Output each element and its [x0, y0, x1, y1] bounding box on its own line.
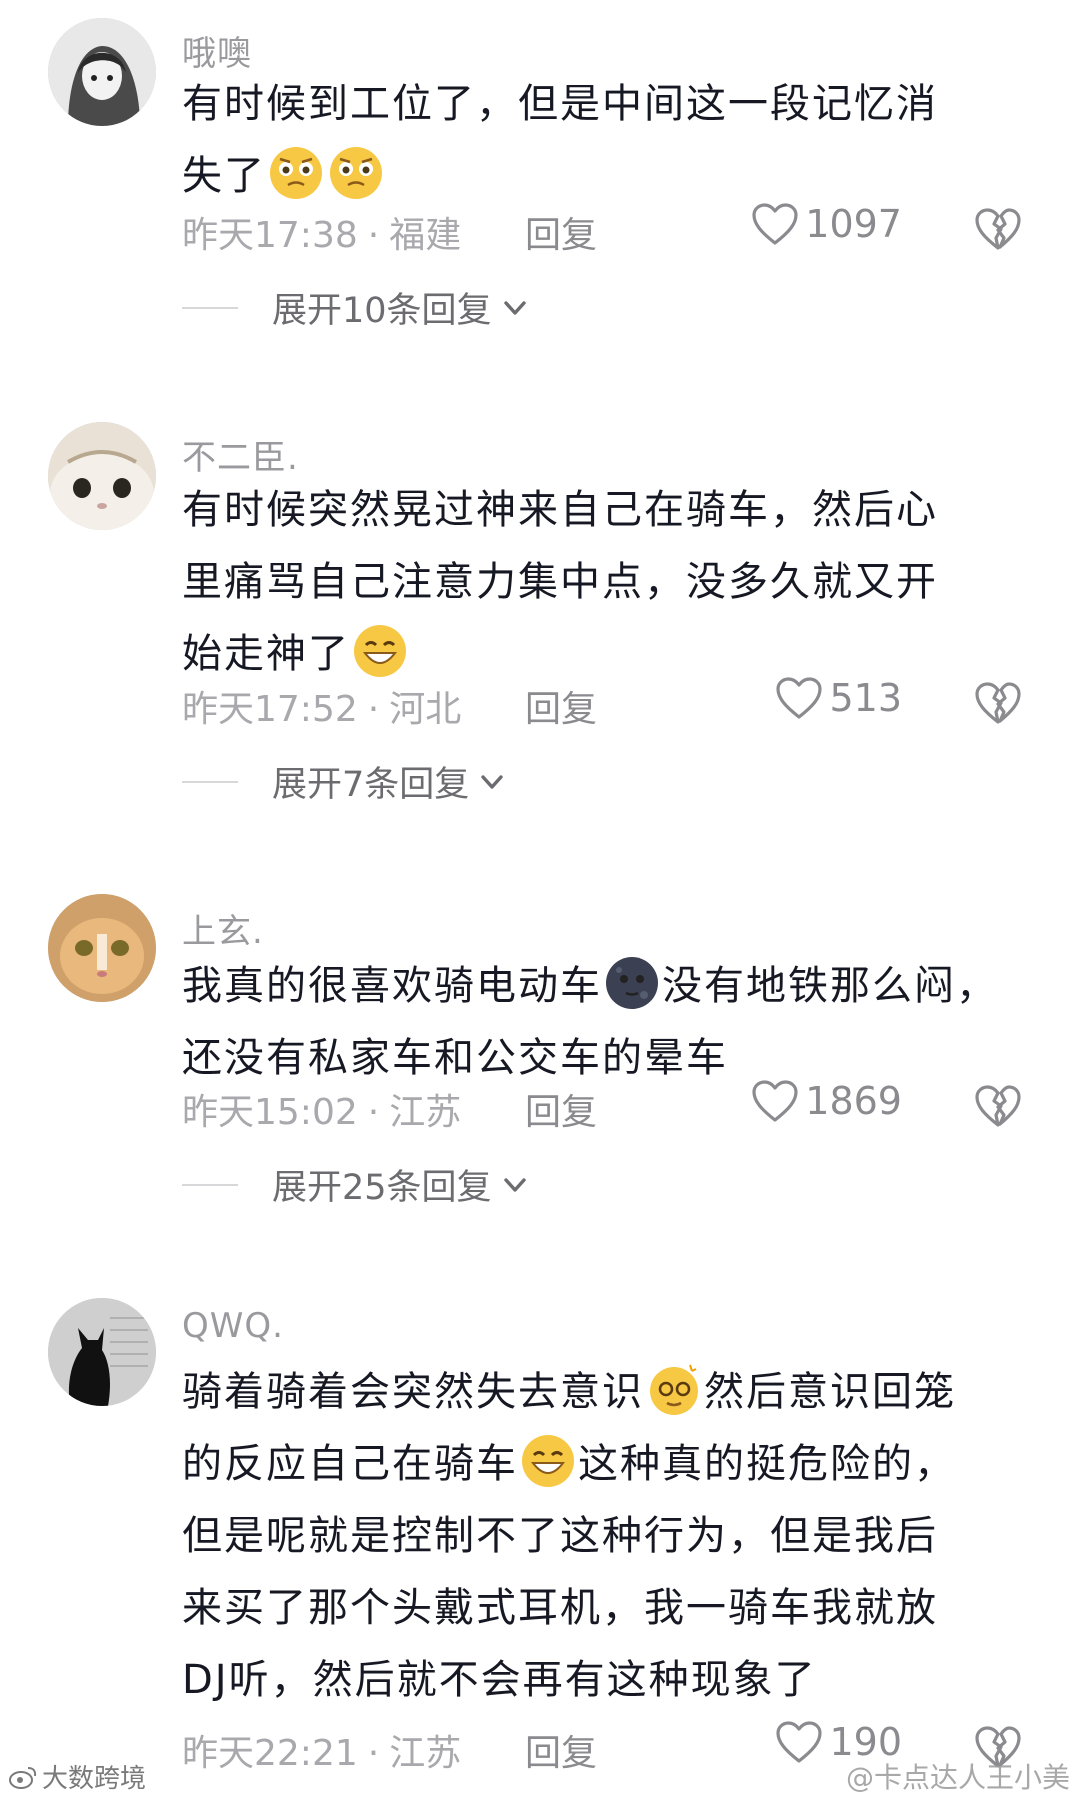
divider [182, 306, 238, 309]
comment-time: 昨天22:21 [182, 1733, 358, 1774]
expand-replies-label: 展开10条回复 [272, 291, 492, 331]
like-count: 1097 [805, 202, 902, 246]
chevron-down-icon [475, 765, 509, 799]
moon-face-emoji-icon [604, 955, 660, 1011]
comment-location: 福建 [389, 215, 462, 256]
reply-button[interactable]: 回复 [525, 680, 597, 732]
expand-replies-label: 展开7条回复 [272, 765, 470, 805]
separator: · [367, 1092, 380, 1133]
watermark-right: @卡点达人王小美 [845, 1761, 1070, 1794]
chevron-down-icon [498, 1168, 532, 1202]
divider [182, 780, 238, 783]
broken-heart-icon[interactable] [974, 1083, 1022, 1129]
comment-time: 昨天17:52 [182, 689, 358, 730]
divider [182, 1183, 238, 1186]
comment-text: 有时候突然晃过神来自己在骑车，然后心 里痛骂自己注意力集中点，没多久就又开 始走… [182, 487, 938, 679]
comment-meta: 昨天15:02 · 江苏 [182, 1083, 461, 1135]
separator: · [367, 215, 380, 256]
heart-outline-icon [775, 676, 823, 720]
nervous-emoji-icon [268, 145, 324, 201]
username[interactable]: 不二臣. [182, 430, 299, 479]
comment-meta: 昨天17:52 · 河北 [182, 680, 461, 732]
comment-location: 江苏 [389, 1733, 462, 1774]
comment-text: 我真的很喜欢骑电动车 没有地铁那么闷， 还没有私家车和公交车的晕车 [182, 950, 1042, 1094]
comment-meta: 昨天22:21 · 江苏 [182, 1724, 461, 1776]
comment-time: 昨天17:38 [182, 215, 358, 256]
avatar[interactable] [48, 1298, 156, 1406]
like-button[interactable]: 513 [775, 676, 902, 720]
reply-button[interactable]: 回复 [525, 1724, 597, 1776]
expand-replies-button[interactable]: 展开25条回复 [182, 1159, 532, 1210]
username[interactable]: QWQ. [182, 1306, 284, 1346]
heart-outline-icon [775, 1720, 823, 1764]
grin-emoji-icon [352, 623, 408, 679]
avatar[interactable] [48, 422, 156, 530]
comment-text: 骑着骑着会突然失去意识 然后意识回笼 的反应自己在骑车 这种真的挺危险的， 但是呢就… [182, 1356, 1042, 1716]
separator: · [367, 1733, 380, 1774]
grin-emoji-icon [520, 1433, 576, 1489]
like-button[interactable]: 1869 [751, 1079, 902, 1123]
username[interactable]: 上玄. [182, 904, 264, 953]
like-button[interactable]: 1097 [751, 202, 902, 246]
reply-button[interactable]: 回复 [525, 206, 597, 258]
expand-replies-button[interactable]: 展开7条回复 [182, 756, 509, 807]
heart-outline-icon [751, 1079, 799, 1123]
comment-meta: 昨天17:38 · 福建 [182, 206, 461, 258]
like-count: 1869 [805, 1079, 902, 1123]
broken-heart-icon[interactable] [974, 206, 1022, 252]
comment-location: 江苏 [389, 1092, 462, 1133]
dizzy-emoji-icon [646, 1361, 702, 1417]
heart-outline-icon [751, 202, 799, 246]
avatar[interactable] [48, 18, 156, 126]
chevron-down-icon [498, 291, 532, 325]
weibo-logo-icon [9, 1766, 37, 1789]
comment-text: 有时候到工位了，但是中间这一段记忆消 失了 [182, 81, 938, 201]
like-count: 513 [829, 676, 902, 720]
separator: · [367, 689, 380, 730]
expand-replies-label: 展开25条回复 [272, 1168, 492, 1208]
reply-button[interactable]: 回复 [525, 1083, 597, 1135]
nervous-emoji-icon [328, 145, 384, 201]
avatar[interactable] [48, 894, 156, 1002]
broken-heart-icon[interactable] [974, 680, 1022, 726]
expand-replies-button[interactable]: 展开10条回复 [182, 282, 532, 333]
watermark-left: 大数跨境 [8, 1758, 146, 1795]
comment-location: 河北 [389, 689, 462, 730]
comment-time: 昨天15:02 [182, 1092, 358, 1133]
